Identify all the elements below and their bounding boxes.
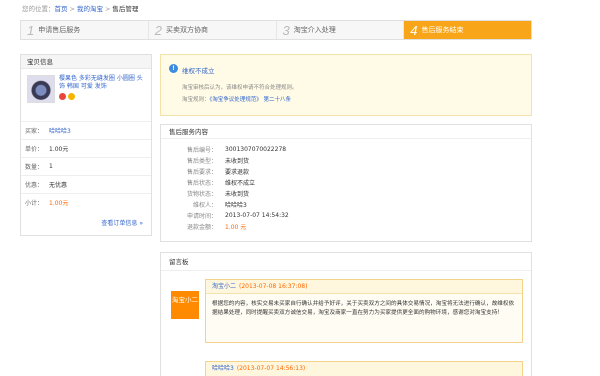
buyer-row: 买家： 哈哈哈3 bbox=[21, 121, 151, 139]
detail-row: 退款金额： 1.00 元 bbox=[186, 224, 247, 231]
breadcrumb-prefix: 您的位置： bbox=[22, 5, 55, 13]
detail-row: 申请时间： 2013-07-07 14:54:32 bbox=[186, 212, 289, 220]
info-icon: ! bbox=[169, 64, 178, 73]
detail-row: 维权人： 哈哈哈3 bbox=[192, 202, 247, 209]
step-negotiate: 2 买卖双方协商 bbox=[149, 21, 277, 39]
service-detail-title: 售后服务内容 bbox=[161, 125, 531, 139]
view-order-link[interactable]: 查看订单信息 » bbox=[101, 218, 143, 227]
unit-price-row: 单价： 1.00元 bbox=[21, 139, 151, 157]
product-title-link[interactable]: 樱果色 多彩无缝发圈 小圆圈 头饰 韩国 可爱 发饰 bbox=[59, 75, 147, 91]
message-item: 淘宝小二 (2013-07-08 16:37:08) 根据您的内容，核实交易未买家… bbox=[205, 279, 523, 343]
detail-row: 售后状态： 维权不成立 bbox=[186, 180, 256, 187]
quantity-row: 数量： 1 bbox=[21, 157, 151, 175]
buyer-link[interactable]: 哈哈哈3 bbox=[49, 126, 71, 135]
status-title: 维权不成立 bbox=[182, 67, 215, 75]
service-detail: 售后服务内容 售后编号： 3001307070022278 售后类型： 未收到货 售… bbox=[160, 124, 532, 242]
rule-link[interactable]: 《淘宝争议处理规范》 第二十八条 bbox=[210, 97, 292, 103]
detail-row: 货物状态： 未收到货 bbox=[186, 191, 250, 198]
product-panel-title: 宝贝信息 bbox=[21, 55, 151, 69]
step-apply: 1 申请售后服务 bbox=[21, 21, 149, 39]
avatar: 淘宝小二 bbox=[171, 291, 199, 319]
message-author: 淘宝小二 bbox=[212, 283, 237, 290]
message-board-title: 留言板 bbox=[161, 253, 531, 271]
detail-row: 售后要求： 要求退款 bbox=[186, 169, 250, 176]
credit-badge-icon bbox=[59, 93, 66, 100]
message-time: (2013-07-08 16:37:08) bbox=[239, 283, 308, 290]
status-notice: ! 维权不成立 淘宝审核后认为，该维权申请不符合处理规则。 淘宝规则：《淘宝争议… bbox=[160, 54, 532, 116]
message-header: 淘宝小二 (2013-07-08 16:37:08) bbox=[206, 280, 522, 294]
product-panel: 宝贝信息 樱果色 多彩无缝发圈 小圆圈 头饰 韩国 可爱 发饰 买家： 哈哈哈3… bbox=[20, 54, 152, 236]
message-board: 留言板 淘宝小二 淘宝小二 (2013-07-08 16:37:08) 根据您的内… bbox=[160, 252, 532, 376]
status-rule: 淘宝规则：《淘宝争议处理规范》 第二十八条 bbox=[182, 97, 292, 103]
detail-row: 售后类型： 未收到货 bbox=[186, 158, 250, 165]
product-info: 樱果色 多彩无缝发圈 小圆圈 头饰 韩国 可爱 发饰 bbox=[21, 69, 151, 121]
status-description: 淘宝审核后认为，该维权申请不符合处理规则。 bbox=[182, 85, 298, 91]
step-intervene: 3 淘宝介入处理 bbox=[277, 21, 405, 39]
message-item: 哈哈哈3 (2013-07-07 14:56:13) bbox=[205, 361, 523, 376]
breadcrumb: 您的位置：首页 > 我的淘宝 > 售后管理 bbox=[22, 5, 139, 13]
breadcrumb-current: 售后管理 bbox=[112, 5, 139, 13]
step-finished: 4 售后服务结束 bbox=[404, 21, 531, 39]
message-author: 哈哈哈3 bbox=[212, 365, 234, 372]
message-body: 根据您的内容，核实交易未买家自行确认并给予好评，关于买卖双方之间的具体交易情况，… bbox=[212, 301, 515, 316]
progress-steps: 1 申请售后服务 2 买卖双方协商 3 淘宝介入处理 4 售后服务结束 bbox=[20, 20, 532, 40]
message-header: 哈哈哈3 (2013-07-07 14:56:13) bbox=[206, 362, 522, 376]
subtotal-row: 小计： 1.00元 bbox=[21, 193, 151, 211]
medal-icon bbox=[68, 93, 75, 100]
discount-row: 优惠： 无优惠 bbox=[21, 175, 151, 193]
breadcrumb-home[interactable]: 首页 bbox=[55, 5, 68, 13]
message-time: (2013-07-07 14:56:13) bbox=[236, 365, 306, 372]
breadcrumb-my-taobao[interactable]: 我的淘宝 bbox=[77, 5, 103, 13]
detail-row: 售后编号： 3001307070022278 bbox=[186, 146, 287, 154]
product-thumbnail[interactable] bbox=[27, 75, 55, 103]
